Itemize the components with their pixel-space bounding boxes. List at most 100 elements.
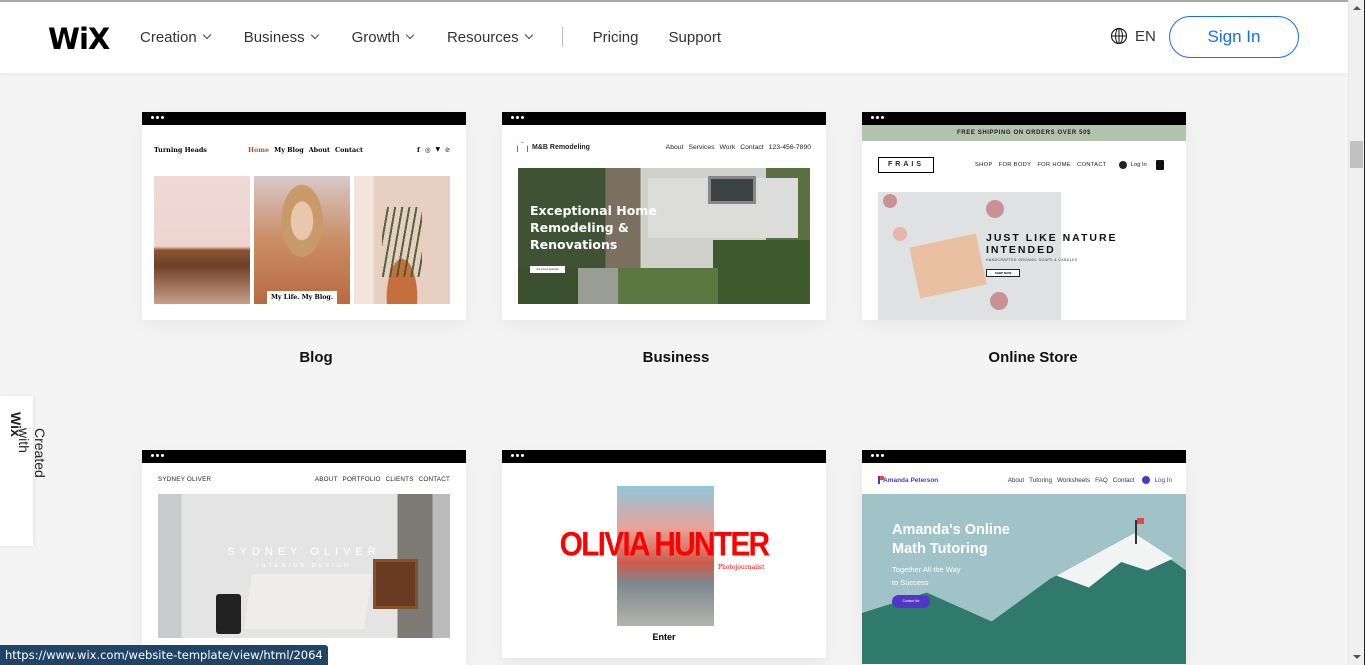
shopping-bag-icon	[1155, 160, 1164, 170]
flag-icon	[1137, 518, 1144, 524]
globe-icon	[1110, 27, 1128, 45]
preview-enter-link: Enter	[652, 632, 676, 642]
nav-support[interactable]: Support	[669, 29, 722, 46]
headline-line: Exceptional Home	[530, 203, 657, 218]
headline-line: Amanda's Online	[892, 522, 1010, 538]
preview-menu-item: PORTFOLIO	[342, 476, 381, 483]
preview-hero-soap	[878, 192, 1061, 320]
browser-bar	[502, 112, 826, 125]
preview-login-text: Log In	[1130, 162, 1147, 168]
preview-menu: SHOP FOR BODY FOR HOME CONTACT	[975, 162, 1107, 168]
language-selector[interactable]: EN	[1110, 27, 1156, 45]
headline-line: Math Tutoring	[892, 541, 988, 557]
card-title-online-store[interactable]: Online Store	[871, 349, 1195, 366]
status-bar-url: https://www.wix.com/website-template/vie…	[0, 645, 328, 665]
language-label: EN	[1135, 27, 1156, 45]
bed	[244, 574, 372, 629]
template-card-portfolio[interactable]: SYDNEY OLIVER ABOUT PORTFOLIO CLIENTS CO…	[142, 450, 466, 665]
preview-menu: ABOUT PORTFOLIO CLIENTS CONTACT	[315, 476, 450, 483]
nav-label: Resources	[446, 28, 519, 46]
preview-menu: Home My Blog About Contact	[248, 146, 363, 154]
vertical-scrollbar[interactable]	[1348, 0, 1365, 665]
preview-headline: SYDNEY OLIVER	[227, 546, 381, 558]
nav-pricing[interactable]: Pricing	[593, 29, 639, 46]
house-window	[708, 176, 756, 204]
subheadline-line: Together All the Way	[892, 565, 961, 574]
preview-menu-item: Home	[248, 146, 270, 154]
preview-cta-button: Get A Free Estimate	[530, 266, 565, 273]
preview-role: Photojournalist	[718, 564, 765, 571]
browser-bar	[142, 112, 466, 125]
site-header: WiX Creation Business Growth Resources P…	[0, 2, 1348, 73]
nav-business[interactable]: Business	[243, 28, 319, 46]
preview-header: SYDNEY OLIVER ABOUT PORTFOLIO CLIENTS CO…	[158, 476, 450, 483]
template-card-blog[interactable]: Turning Heads Home My Blog About Contact…	[142, 112, 466, 320]
preview-menu-item: FOR BODY	[998, 162, 1032, 168]
preview-menu-item: About	[665, 143, 684, 151]
preview-menu-item: About	[1007, 476, 1025, 484]
hedge	[713, 240, 810, 304]
created-with-prefix: Created with	[16, 428, 48, 478]
user-icon	[1142, 476, 1151, 484]
preview-header: M&B Remodeling About Services Work Conta…	[517, 142, 811, 152]
template-card-photography[interactable]: OLIVIA HUNTER Photojournalist Enter	[502, 450, 826, 658]
template-card-tutoring[interactable]: Amanda Peterson About Tutoring Worksheet…	[862, 450, 1186, 665]
preview-hero-mountain: Amanda's Online Math Tutoring Together A…	[862, 494, 1186, 664]
headline-line: Remodeling &	[530, 220, 629, 235]
preview-menu-item: Work	[719, 143, 736, 151]
preview-menu-item: CONTACT	[1076, 162, 1107, 168]
dots-icon	[151, 454, 164, 457]
template-card-business[interactable]: M&B Remodeling About Services Work Conta…	[502, 112, 826, 320]
flower	[990, 292, 1008, 310]
flower	[986, 200, 1004, 218]
preview-name: OLIVIA HUNTER	[559, 525, 771, 564]
twitter-icon: ▼	[435, 146, 441, 153]
preview-brand-text: Amanda Peterson	[883, 476, 939, 484]
preview-menu-item: Contact	[1112, 476, 1135, 484]
social-icons: f ◎ ▼ ℗	[417, 146, 450, 154]
preview-image-desk	[154, 176, 250, 304]
preview-phone: 123-456-7890	[768, 143, 811, 151]
nav-growth[interactable]: Growth	[351, 28, 415, 46]
card-title-business[interactable]: Business	[514, 349, 838, 366]
headline-line: JUST LIKE NATURE	[986, 232, 1118, 244]
browser-bar	[142, 450, 466, 463]
soap-bar	[909, 233, 987, 299]
chevron-down-icon	[202, 30, 211, 40]
card-title-blog[interactable]: Blog	[154, 349, 478, 366]
dots-icon	[151, 116, 164, 119]
created-with-wix-tab[interactable]: Created with Wix	[0, 396, 48, 546]
preview-shop-button: SHOP NOW	[986, 269, 1020, 277]
preview-menu-item: Contact	[335, 146, 363, 154]
sign-in-button[interactable]: Sign In	[1169, 16, 1299, 58]
preview-headline: Amanda's Online Math Tutoring	[892, 521, 1010, 559]
template-card-online-store[interactable]: FREE SHIPPING ON ORDERS OVER 50$ FRAIS S…	[862, 112, 1186, 320]
scroll-thumb[interactable]	[1350, 141, 1363, 168]
nav-label: Business	[243, 28, 305, 46]
user-icon	[1118, 161, 1127, 169]
wix-logo[interactable]: WiX	[48, 22, 110, 56]
preview-menu-item: CONTACT	[418, 476, 450, 483]
scroll-up-arrow-icon[interactable]	[1353, 6, 1361, 10]
preview-brand: M&B Remodeling	[517, 142, 637, 152]
nav-label: Growth	[351, 28, 400, 46]
chevron-down-icon	[524, 30, 533, 40]
house-icon	[517, 142, 528, 152]
nav-divider	[561, 27, 563, 47]
headline-line: Renovations	[530, 237, 618, 252]
scroll-down-arrow-icon[interactable]	[1353, 655, 1361, 659]
preview-menu-item: CLIENTS	[385, 476, 414, 483]
preview-menu-item: Services	[688, 143, 715, 151]
nav-label: Creation	[140, 28, 197, 46]
preview-header: Turning Heads Home My Blog About Contact…	[154, 146, 454, 154]
preview-caption: My Life. My Blog.	[267, 291, 337, 305]
dots-icon	[871, 454, 884, 457]
preview-brand: SYDNEY OLIVER	[158, 476, 212, 483]
chevron-down-icon	[405, 30, 415, 40]
preview-hero-bedroom: SYDNEY OLIVER INTERIOR DESIGN	[158, 494, 450, 638]
preview-brand-text: M&B Remodeling	[532, 143, 590, 151]
nav-resources[interactable]: Resources	[446, 28, 533, 46]
nav-creation[interactable]: Creation	[140, 28, 211, 46]
preview-header: FRAIS SHOP FOR BODY FOR HOME CONTACT Log…	[878, 157, 1170, 173]
preview-hero-house: Exceptional Home Remodeling & Renovation…	[518, 168, 810, 304]
